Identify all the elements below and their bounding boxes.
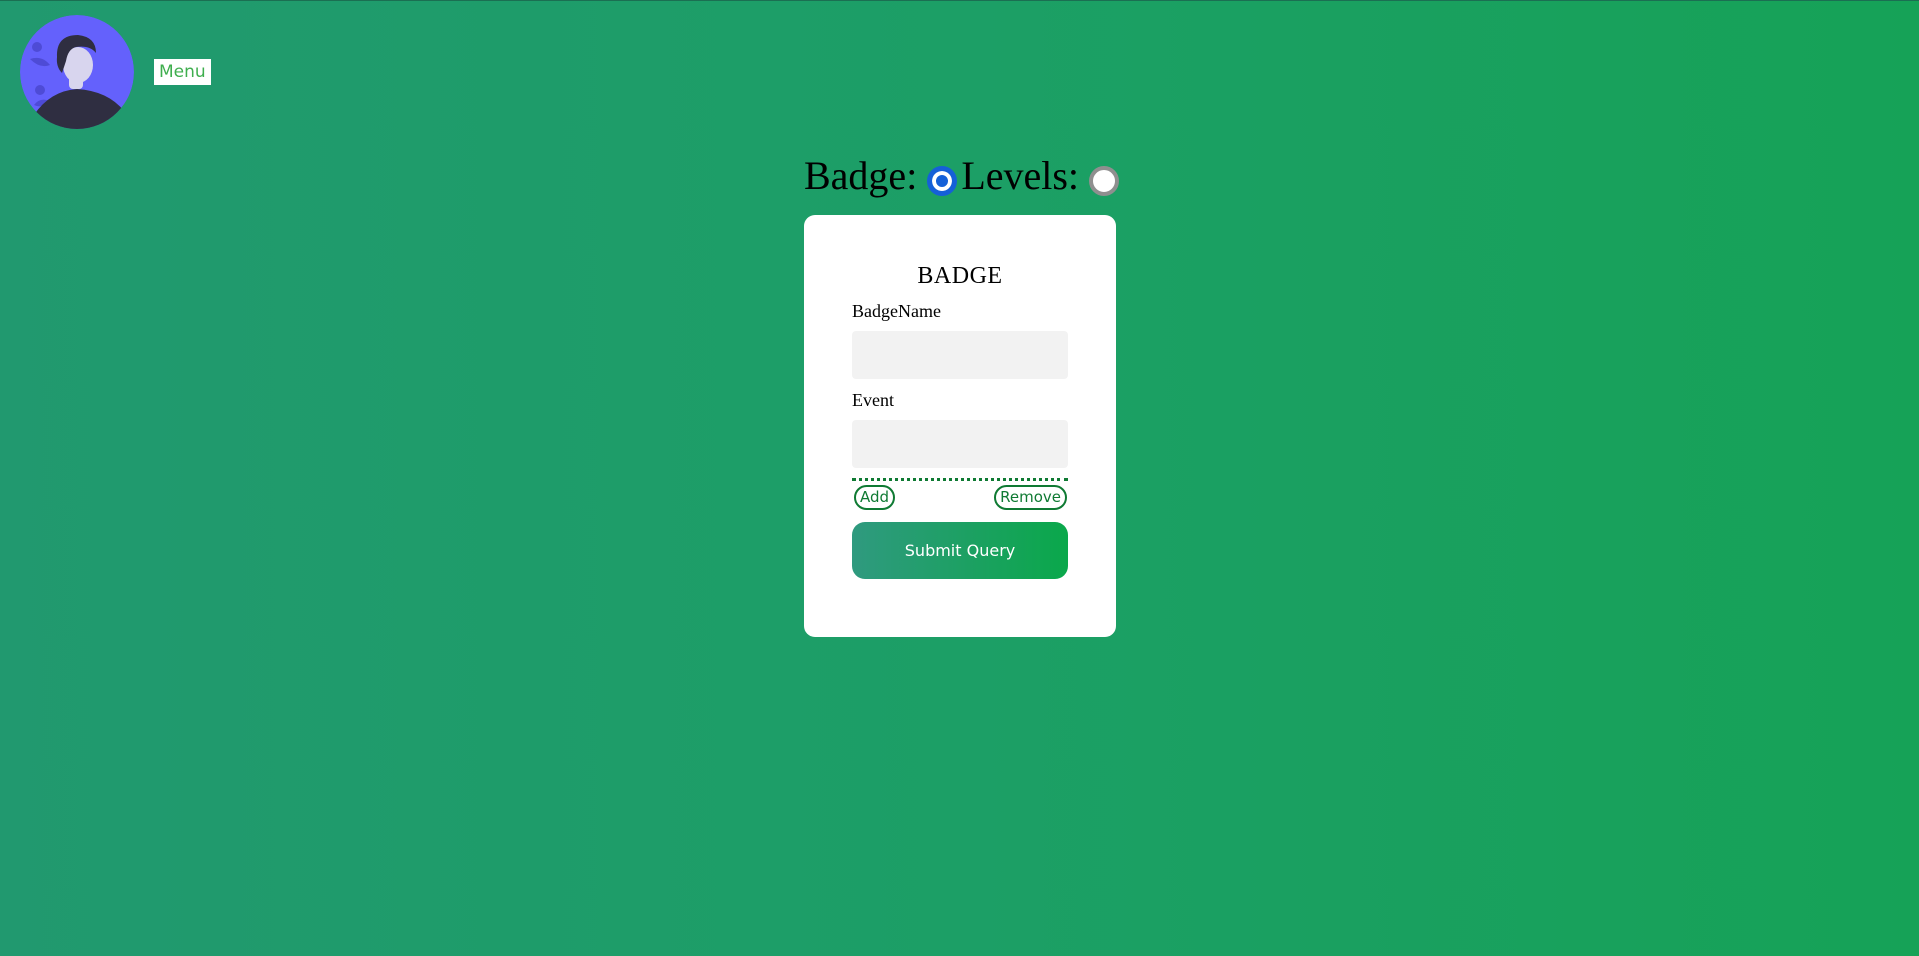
mode-toggle: Badge: Levels: <box>804 151 1123 201</box>
user-avatar-icon <box>20 15 134 129</box>
levels-mode-radio[interactable] <box>1089 166 1120 196</box>
badge-name-label: BadgeName <box>852 301 941 321</box>
form-title: BADGE <box>917 263 1003 289</box>
menu-button[interactable]: Menu <box>154 59 211 85</box>
event-input[interactable] <box>852 420 1068 468</box>
badge-mode-label: Badge: <box>804 153 918 198</box>
submit-button[interactable]: Submit Query <box>852 522 1068 579</box>
levels-mode-label: Levels: <box>961 153 1080 198</box>
event-label: Event <box>852 390 894 410</box>
badge-name-input[interactable] <box>852 331 1068 379</box>
avatar[interactable] <box>20 15 134 129</box>
badge-form-card: BADGE BadgeName Event Add Remove Submit … <box>804 215 1116 637</box>
remove-event-button[interactable]: Remove <box>994 485 1067 510</box>
add-event-button[interactable]: Add <box>854 485 896 510</box>
badge-mode-radio[interactable] <box>927 166 958 196</box>
event-divider <box>852 478 1068 481</box>
